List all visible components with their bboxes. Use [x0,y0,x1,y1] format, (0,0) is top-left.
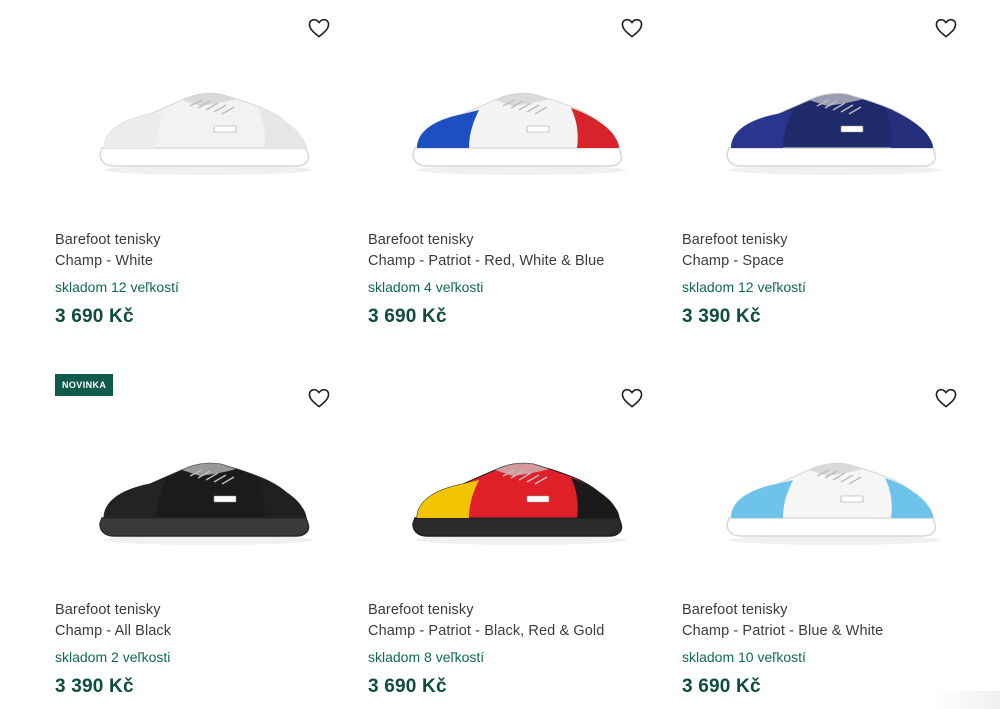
product-category[interactable]: Barefoot tenisky [682,600,982,621]
product-name[interactable]: Champ - Patriot - Black, Red & Gold [368,621,668,642]
product-name[interactable]: Champ - Space [682,251,982,272]
heart-icon[interactable] [308,18,330,38]
product-card[interactable]: Barefoot tenisky Champ - Patriot - Black… [368,370,668,709]
product-category[interactable]: Barefoot tenisky [55,600,355,621]
product-name[interactable]: Champ - All Black [55,621,355,642]
sneaker-image [412,92,626,175]
heart-icon[interactable] [621,388,643,408]
product-image[interactable] [682,40,982,210]
product-price: 3 690 Kč [368,676,447,697]
stock-status: skladom 2 veľkosti [55,649,171,665]
product-price: 3 690 Kč [55,306,134,327]
heart-icon[interactable] [935,388,957,408]
product-grid: Barefoot tenisky Champ - White skladom 1… [0,0,1000,709]
heart-icon[interactable] [935,18,957,38]
product-name[interactable]: Champ - Patriot - Blue & White [682,621,982,642]
product-image[interactable] [55,40,355,210]
product-name[interactable]: Champ - White [55,251,355,272]
product-card[interactable]: Barefoot tenisky Champ - Space skladom 1… [682,0,982,340]
product-title[interactable]: Barefoot tenisky Champ - All Black [55,600,355,641]
product-card[interactable]: Barefoot tenisky Champ - White skladom 1… [55,0,355,340]
product-category[interactable]: Barefoot tenisky [55,230,355,251]
scroll-fade [930,691,1000,709]
product-image[interactable] [368,40,668,210]
product-image[interactable] [368,410,668,580]
product-title[interactable]: Barefoot tenisky Champ - Space [682,230,982,271]
stock-status: skladom 8 veľkostí [368,649,485,665]
product-card[interactable]: Barefoot tenisky Champ - Patriot - Red, … [368,0,668,340]
heart-icon[interactable] [621,18,643,38]
sneaker-image [726,92,940,175]
stock-status: skladom 10 veľkostí [682,649,806,665]
product-name[interactable]: Champ - Patriot - Red, White & Blue [368,251,668,272]
sneaker-image [99,92,313,175]
product-title[interactable]: Barefoot tenisky Champ - White [55,230,355,271]
heart-icon[interactable] [308,388,330,408]
product-price: 3 690 Kč [368,306,447,327]
stock-status: skladom 12 veľkostí [55,279,179,295]
product-title[interactable]: Barefoot tenisky Champ - Patriot - Blue … [682,600,982,641]
stock-status: skladom 4 veľkosti [368,279,484,295]
sneaker-image [99,462,313,545]
product-price: 3 390 Kč [55,676,134,697]
product-category[interactable]: Barefoot tenisky [368,230,668,251]
product-price: 3 690 Kč [682,676,761,697]
new-badge: NOVINKA [55,374,114,396]
product-title[interactable]: Barefoot tenisky Champ - Patriot - Black… [368,600,668,641]
product-card[interactable]: NOVINKA Barefoot tenisky Champ - All Bla… [55,370,355,709]
product-image[interactable] [55,410,355,580]
stock-status: skladom 12 veľkostí [682,279,806,295]
sneaker-image [726,462,940,545]
product-title[interactable]: Barefoot tenisky Champ - Patriot - Red, … [368,230,668,271]
sneaker-image [412,462,626,545]
product-image[interactable] [682,410,982,580]
product-card[interactable]: Barefoot tenisky Champ - Patriot - Blue … [682,370,982,709]
product-category[interactable]: Barefoot tenisky [682,230,982,251]
product-price: 3 390 Kč [682,306,761,327]
product-category[interactable]: Barefoot tenisky [368,600,668,621]
